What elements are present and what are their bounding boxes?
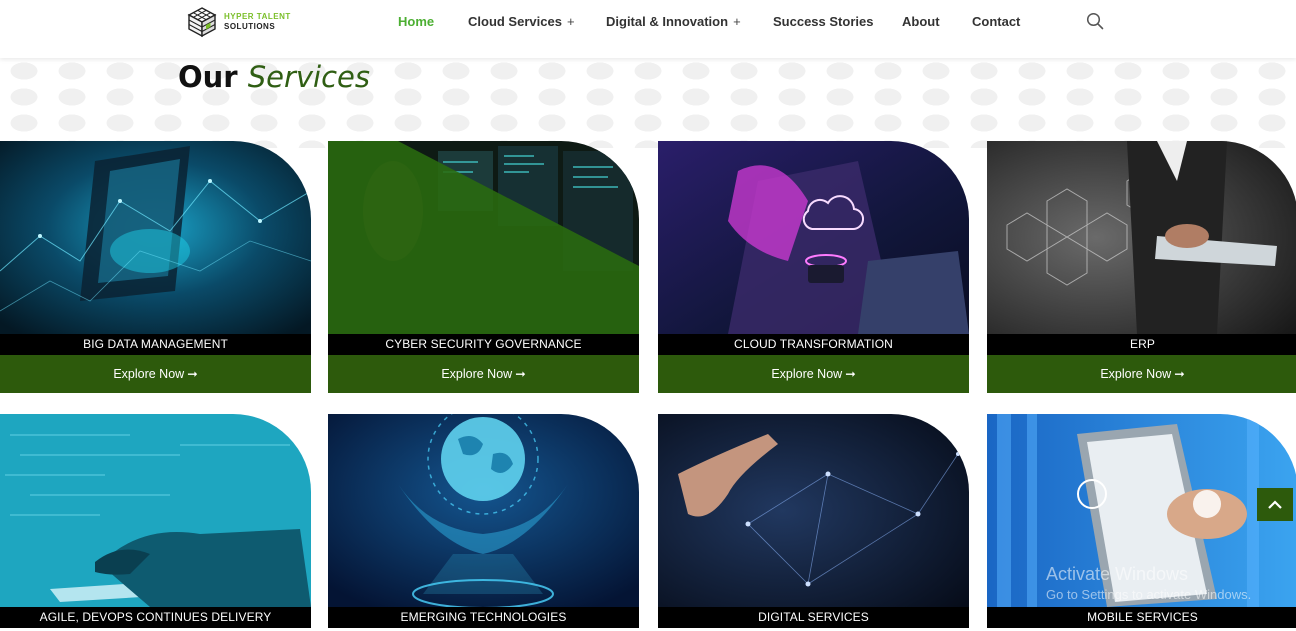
nav-digital-innovation[interactable]: Digital & Innovation +: [606, 14, 741, 29]
explore-now-button[interactable]: Explore Now ➞: [987, 355, 1296, 393]
arrow-right-icon: ➞: [187, 367, 198, 381]
explore-now-label: Explore Now: [771, 367, 843, 381]
site-header: HYPER TALENT SOLUTIONS Home Cloud Servic…: [0, 0, 1296, 58]
service-card-agile-devops: AGILE, DEVOPS CONTINUES DELIVERY: [0, 414, 311, 631]
card-title: CYBER SECURITY GOVERNANCE: [328, 334, 639, 355]
logo-text: HYPER TALENT SOLUTIONS: [224, 12, 291, 32]
section-title-accent: Services: [247, 60, 371, 94]
plus-icon: +: [566, 14, 575, 29]
chevron-up-icon: [1268, 499, 1282, 509]
emerging-tech-image: [328, 414, 639, 607]
service-card-cyber-security: CYBER SECURITY GOVERNANCE Explore Now ➞: [328, 141, 639, 393]
arrow-right-icon: ➞: [515, 367, 526, 381]
section-title-plain: Our: [178, 60, 238, 94]
card-title: EMERGING TECHNOLOGIES: [328, 607, 639, 628]
big-data-image: [0, 141, 311, 334]
service-card-emerging-tech: EMERGING TECHNOLOGIES: [328, 414, 639, 631]
nav-cloud-services[interactable]: Cloud Services +: [468, 14, 575, 29]
nav-cloud-services-label: Cloud Services: [468, 14, 562, 29]
nav-about-label: About: [902, 14, 940, 29]
service-card-erp: ERP Explore Now ➞: [987, 141, 1296, 393]
watermark-line-1: Activate Windows: [1046, 564, 1189, 584]
arrow-right-icon: ➞: [1174, 367, 1185, 381]
section-title: Our Services: [178, 60, 370, 94]
explore-now-label: Explore Now: [441, 367, 513, 381]
nav-about[interactable]: About: [902, 14, 940, 29]
erp-image: [987, 141, 1296, 334]
card-title: MOBILE SERVICES: [987, 607, 1296, 628]
logo-line-1: HYPER TALENT: [224, 12, 291, 21]
cloud-transformation-image: [658, 141, 969, 334]
plus-icon: +: [733, 14, 741, 29]
explore-now-label: Explore Now: [1100, 367, 1172, 381]
nav-home-label: Home: [398, 14, 435, 29]
service-card-digital-services: DIGITAL SERVICES: [658, 414, 969, 631]
card-title: CLOUD TRANSFORMATION: [658, 334, 969, 355]
watermark-line-2: Go to Settings to activate Windows.: [1046, 587, 1252, 602]
agile-devops-image: [0, 414, 311, 607]
service-card-cloud-transformation: CLOUD TRANSFORMATION Explore Now ➞: [658, 141, 969, 393]
explore-now-button[interactable]: Explore Now ➞: [328, 355, 639, 393]
nav-contact-label: Contact: [972, 14, 1021, 29]
arrow-right-icon: ➞: [845, 367, 856, 381]
logo-line-2: SOLUTIONS: [224, 22, 276, 31]
logo-cube-icon: [186, 6, 218, 38]
cyber-security-image: [328, 141, 639, 334]
card-title: ERP: [987, 334, 1296, 355]
card-title: AGILE, DEVOPS CONTINUES DELIVERY: [0, 607, 311, 628]
nav-success-stories-label: Success Stories: [773, 14, 874, 29]
nav-digital-innovation-label: Digital & Innovation: [606, 14, 729, 29]
digital-services-image: [658, 414, 969, 607]
explore-now-label: Explore Now: [113, 367, 185, 381]
service-card-big-data: BIG DATA MANAGEMENT Explore Now ➞: [0, 141, 311, 393]
activate-windows-watermark: Activate Windows Go to Settings to activ…: [1046, 564, 1251, 602]
explore-now-button[interactable]: Explore Now ➞: [658, 355, 969, 393]
card-title: BIG DATA MANAGEMENT: [0, 334, 311, 355]
card-title: DIGITAL SERVICES: [658, 607, 969, 628]
search-icon[interactable]: [1086, 12, 1104, 30]
logo[interactable]: HYPER TALENT SOLUTIONS: [186, 4, 301, 40]
nav-success-stories[interactable]: Success Stories: [773, 14, 873, 29]
scroll-to-top-button[interactable]: [1257, 488, 1293, 521]
nav-home[interactable]: Home: [398, 14, 434, 29]
explore-now-button[interactable]: Explore Now ➞: [0, 355, 311, 393]
nav-contact[interactable]: Contact: [972, 14, 1020, 29]
